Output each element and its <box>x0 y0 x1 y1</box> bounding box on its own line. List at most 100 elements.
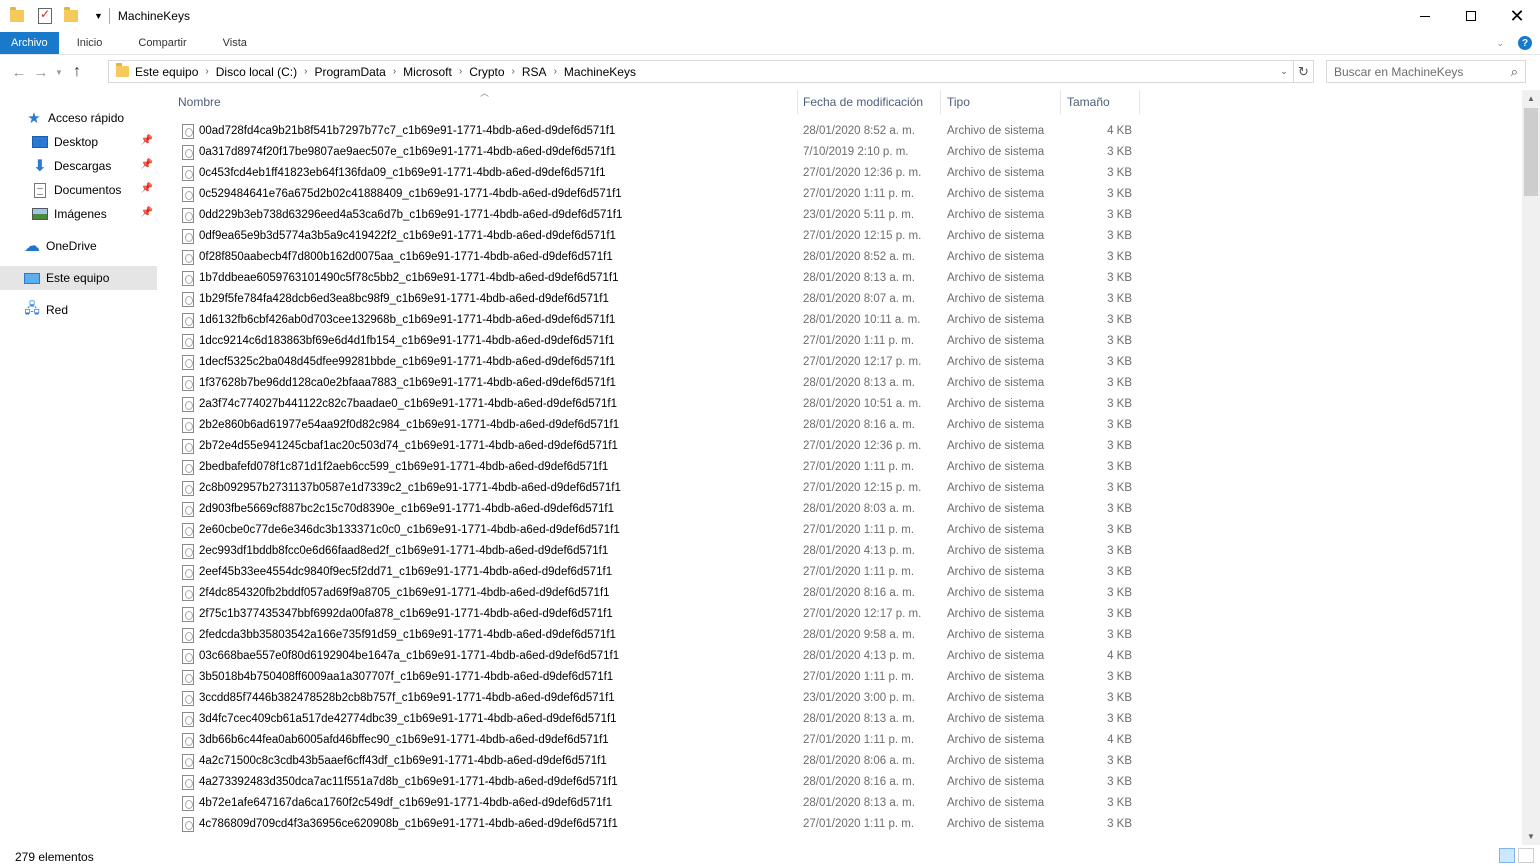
table-row[interactable]: 3d4fc7cec409cb61a517de42774dbc39_c1b69e9… <box>170 709 1140 730</box>
pin-icon[interactable]: 📌 <box>141 207 153 218</box>
address-bar[interactable]: Este equipo › Disco local (C:) › Program… <box>108 60 1314 83</box>
table-row[interactable]: 1decf5325c2ba048d45dfee99281bbde_c1b69e9… <box>170 352 1140 373</box>
table-row[interactable]: 1dcc9214c6d183863bf69e6d4d1fb154_c1b69e9… <box>170 331 1140 352</box>
column-divider[interactable] <box>1060 90 1061 114</box>
sidebar-item-descargas[interactable]: ⬇ Descargas 📌 <box>0 154 157 178</box>
table-row[interactable]: 03c668bae557e0f80d6192904be1647a_c1b69e9… <box>170 646 1140 667</box>
table-row[interactable]: 0c529484641e76a675d2b02c41888409_c1b69e9… <box>170 184 1140 205</box>
table-row[interactable]: 0dd229b3eb738d63296eed4a53ca6d7b_c1b69e9… <box>170 205 1140 226</box>
table-row[interactable]: 2c8b092957b2731137b0587e1d7339c2_c1b69e9… <box>170 478 1140 499</box>
system-file-icon <box>182 124 194 139</box>
sidebar-item-desktop[interactable]: Desktop 📌 <box>0 130 157 154</box>
customize-toolbar-dropdown-icon[interactable]: ▼ <box>94 11 103 21</box>
column-header-date[interactable]: Fecha de modificación <box>803 90 943 114</box>
forward-arrow-icon[interactable]: → <box>30 64 52 81</box>
folder-icon[interactable] <box>10 7 24 22</box>
tab-archivo[interactable]: Archivo <box>0 32 59 54</box>
table-row[interactable]: 00ad728fd4ca9b21b8f541b7297b77c7_c1b69e9… <box>170 121 1140 142</box>
vertical-scrollbar[interactable]: ▲ ▼ <box>1522 90 1540 845</box>
minimize-button[interactable] <box>1402 0 1448 32</box>
close-button[interactable]: ✕ <box>1494 0 1540 32</box>
table-row[interactable]: 1b7ddbeae6059763101490c5f78c5bb2_c1b69e9… <box>170 268 1140 289</box>
breadcrumb-crypto[interactable]: Crypto <box>469 65 504 79</box>
table-row[interactable]: 3ccdd85f7446b382478528b2cb8b757f_c1b69e9… <box>170 688 1140 709</box>
scrollbar-thumb[interactable] <box>1524 108 1538 196</box>
table-row[interactable]: 1b29f5fe784fa428dcb6ed3ea8bc98f9_c1b69e9… <box>170 289 1140 310</box>
address-history-chevron-icon[interactable]: ⌄ <box>1275 66 1293 77</box>
column-divider[interactable] <box>940 90 941 114</box>
table-row[interactable]: 1f37628b7be96dd128ca0e2bfaaa7883_c1b69e9… <box>170 373 1140 394</box>
file-type: Archivo de sistema <box>947 335 1045 347</box>
table-row[interactable]: 0f28f850aabecb4f7d800b162d0075aa_c1b69e9… <box>170 247 1140 268</box>
search-input[interactable] <box>1334 64 1504 79</box>
pin-icon[interactable]: 📌 <box>141 159 153 170</box>
search-box[interactable]: ⌕ <box>1326 60 1526 83</box>
column-divider[interactable] <box>1139 90 1140 114</box>
breadcrumb-disco-local[interactable]: Disco local (C:) <box>216 65 297 79</box>
table-row[interactable]: 2f75c1b377435347bbf6992da00fa878_c1b69e9… <box>170 604 1140 625</box>
table-row[interactable]: 4a273392483d350dca7ac11f551a7d8b_c1b69e9… <box>170 772 1140 793</box>
sidebar-item-onedrive[interactable]: ☁ OneDrive <box>0 234 157 258</box>
tab-inicio[interactable]: Inicio <box>59 32 121 54</box>
large-icons-view-icon[interactable] <box>1518 848 1534 863</box>
table-row[interactable]: 2b2e860b6ad61977e54aa92f0d82c984_c1b69e9… <box>170 415 1140 436</box>
table-row[interactable]: 2b72e4d55e941245cbaf1ac20c503d74_c1b69e9… <box>170 436 1140 457</box>
details-view-icon[interactable] <box>1499 848 1515 863</box>
sidebar-item-documentos[interactable]: Documentos 📌 <box>0 178 157 202</box>
search-icon[interactable]: ⌕ <box>1511 64 1518 80</box>
table-row[interactable]: 2e60cbe0c77de6e346dc3b133371c0c0_c1b69e9… <box>170 520 1140 541</box>
column-header-type[interactable]: Tipo <box>947 90 1057 114</box>
breadcrumb-microsoft[interactable]: Microsoft <box>403 65 452 79</box>
table-row[interactable]: 0c453fcd4eb1ff41823eb64f136fda09_c1b69e9… <box>170 163 1140 184</box>
sidebar-item-este-equipo[interactable]: Este equipo <box>0 266 157 290</box>
breadcrumb-separator-icon[interactable]: › <box>512 66 515 77</box>
table-row[interactable]: 2a3f74c774027b441122c82c7baadae0_c1b69e9… <box>170 394 1140 415</box>
help-icon[interactable]: ? <box>1518 36 1532 50</box>
table-row[interactable]: 3db66b6c44fea0ab6005afd46bffec90_c1b69e9… <box>170 730 1140 751</box>
table-row[interactable]: 0df9ea65e9b3d5774a3b5a9c419422f2_c1b69e9… <box>170 226 1140 247</box>
column-header-size[interactable]: Tamaño <box>1067 90 1137 114</box>
table-row[interactable]: 4c786809d709cd4f3a36956ce620908b_c1b69e9… <box>170 814 1140 835</box>
file-type: Archivo de sistema <box>947 755 1045 767</box>
refresh-icon[interactable]: ↻ <box>1293 61 1313 82</box>
properties-icon[interactable] <box>38 7 52 24</box>
breadcrumb-separator-icon[interactable]: › <box>205 66 208 77</box>
table-row[interactable]: 2fedcda3bb35803542a166e735f91d59_c1b69e9… <box>170 625 1140 646</box>
sidebar-item-red[interactable]: 🖧 Red <box>0 298 157 322</box>
column-divider[interactable] <box>797 90 798 114</box>
tab-compartir[interactable]: Compartir <box>120 32 204 54</box>
sidebar-item-imagenes[interactable]: Imágenes 📌 <box>0 202 157 226</box>
column-header-name[interactable]: Nombre <box>178 90 798 114</box>
breadcrumb-este-equipo[interactable]: Este equipo <box>135 65 198 79</box>
table-row[interactable]: 2ec993df1bddb8fcc0e6d66faad8ed2f_c1b69e9… <box>170 541 1140 562</box>
breadcrumb-separator-icon[interactable]: › <box>554 66 557 77</box>
table-row[interactable]: 2d903fbe5669cf887bc2c15c70d8390e_c1b69e9… <box>170 499 1140 520</box>
table-row[interactable]: 1d6132fb6cbf426ab0d703cee132968b_c1b69e9… <box>170 310 1140 331</box>
file-size: 3 KB <box>1107 776 1132 788</box>
table-row[interactable]: 2bedbafefd078f1c871d1f2aeb6cc599_c1b69e9… <box>170 457 1140 478</box>
breadcrumb-machinekeys[interactable]: MachineKeys <box>564 65 636 79</box>
breadcrumb-separator-icon[interactable]: › <box>393 66 396 77</box>
pin-icon[interactable]: 📌 <box>141 135 153 146</box>
pin-icon[interactable]: 📌 <box>141 183 153 194</box>
maximize-button[interactable] <box>1448 0 1494 32</box>
scroll-down-icon[interactable]: ▼ <box>1522 828 1540 845</box>
breadcrumb-rsa[interactable]: RSA <box>522 65 547 79</box>
breadcrumb-separator-icon[interactable]: › <box>304 66 307 77</box>
sidebar-item-acceso-rapido[interactable]: ★ Acceso rápido <box>0 106 157 130</box>
table-row[interactable]: 4a2c71500c8c3cdb43b5aaef6cff43df_c1b69e9… <box>170 751 1140 772</box>
scroll-up-icon[interactable]: ▲ <box>1522 90 1540 107</box>
recent-locations-chevron-icon[interactable]: ▼ <box>52 68 66 77</box>
back-arrow-icon[interactable]: ← <box>8 64 30 81</box>
breadcrumb-separator-icon[interactable]: › <box>459 66 462 77</box>
table-row[interactable]: 2eef45b33ee4554dc9840f9ec5f2dd71_c1b69e9… <box>170 562 1140 583</box>
new-folder-icon[interactable] <box>64 7 78 22</box>
table-row[interactable]: 0a317d8974f20f17be9807ae9aec507e_c1b69e9… <box>170 142 1140 163</box>
expand-ribbon-chevron-icon[interactable]: ⌄ <box>1496 38 1504 49</box>
tab-vista[interactable]: Vista <box>205 32 265 54</box>
up-arrow-icon[interactable]: ↑ <box>66 63 88 81</box>
table-row[interactable]: 4b72e1afe647167da6ca1760f2c549df_c1b69e9… <box>170 793 1140 814</box>
table-row[interactable]: 2f4dc854320fb2bddf057ad69f9a8705_c1b69e9… <box>170 583 1140 604</box>
breadcrumb-programdata[interactable]: ProgramData <box>314 65 385 79</box>
table-row[interactable]: 3b5018b4b750408ff6009aa1a307707f_c1b69e9… <box>170 667 1140 688</box>
